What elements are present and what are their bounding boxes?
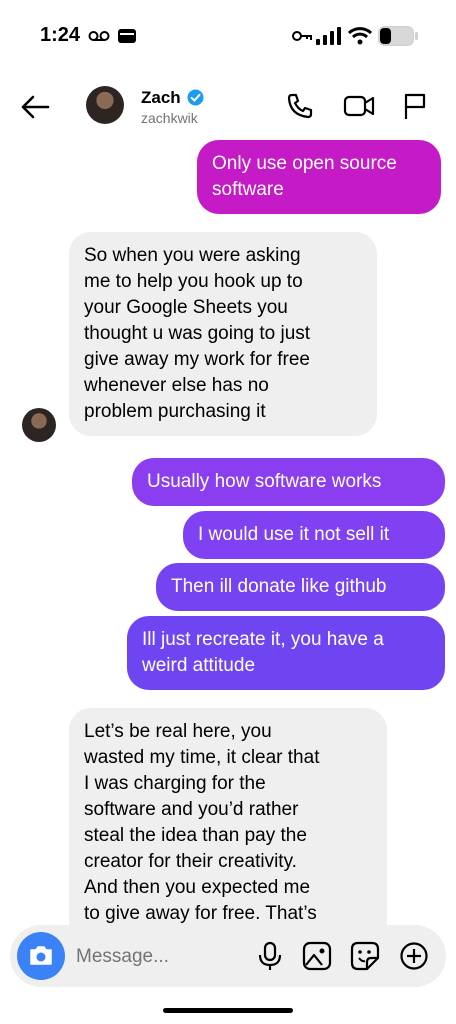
phone-icon[interactable]: [286, 92, 314, 120]
sender-avatar[interactable]: [22, 408, 56, 442]
message-bubble-outgoing[interactable]: Ill just recreate it, you have a weird a…: [127, 616, 445, 690]
battery-icon: [378, 26, 418, 46]
message-composer: [10, 925, 446, 987]
plus-circle-icon[interactable]: [399, 941, 429, 971]
video-camera-icon[interactable]: [343, 92, 375, 120]
home-indicator[interactable]: [163, 1008, 293, 1013]
status-bar: 1:24: [0, 0, 456, 70]
sticker-icon[interactable]: [350, 941, 380, 971]
message-bubble-outgoing[interactable]: Usually how software works: [132, 458, 445, 506]
message-bubble-outgoing[interactable]: Only use open source software: [197, 140, 441, 214]
message-bubble-incoming[interactable]: Let’s be real here, you wasted my time, …: [69, 708, 387, 938]
signal-icon: [316, 27, 341, 45]
flag-icon[interactable]: [402, 92, 428, 120]
conversation-header: Zach zachkwik: [0, 70, 456, 140]
avatar[interactable]: [86, 86, 124, 124]
image-icon[interactable]: [302, 941, 332, 971]
contact-name[interactable]: Zach: [141, 88, 181, 108]
key-icon: [292, 31, 312, 41]
back-arrow-icon[interactable]: [18, 90, 52, 124]
microphone-icon[interactable]: [256, 941, 284, 971]
status-time: 1:24: [40, 24, 81, 46]
verified-badge-icon: [187, 89, 204, 106]
message-bubble-incoming[interactable]: So when you were asking me to help you h…: [69, 232, 377, 436]
message-input[interactable]: [74, 937, 238, 977]
camera-button[interactable]: [17, 932, 65, 980]
camera-icon: [30, 946, 52, 965]
wifi-icon: [348, 27, 372, 45]
message-bubble-outgoing[interactable]: Then ill donate like github: [156, 563, 445, 611]
contact-handle[interactable]: zachkwik: [141, 110, 198, 126]
wallet-icon: [118, 29, 136, 43]
message-bubble-outgoing[interactable]: I would use it not sell it: [183, 511, 445, 559]
voicemail-icon: [88, 31, 110, 41]
